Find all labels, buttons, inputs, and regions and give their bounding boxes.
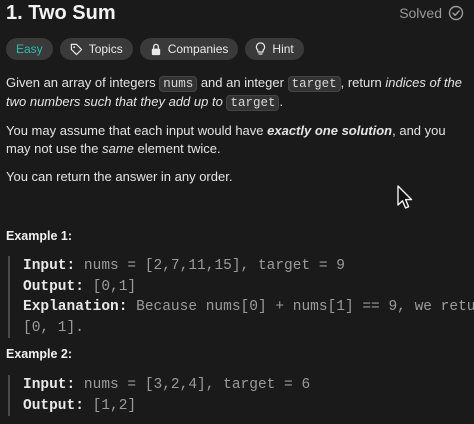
inline-code: target <box>226 95 280 111</box>
input-value: nums = [2,7,11,15], target = 9 <box>75 258 345 274</box>
explanation-value: Because nums[0] + nums[1] == 9, we retur… <box>127 299 474 315</box>
output-value: [1,2] <box>83 397 137 414</box>
explanation-label: Explanation: <box>23 299 128 315</box>
inline-code: nums <box>159 76 198 92</box>
example-input-line: Input: nums = [2,7,11,15], target = 9 <box>23 256 464 277</box>
companies-label: Companies <box>167 42 229 56</box>
solved-status: Solved <box>399 5 464 21</box>
difficulty-label: Easy <box>16 42 43 56</box>
topics-button[interactable]: Topics <box>59 38 133 60</box>
tag-icon <box>70 43 82 55</box>
input-value: nums = [3,2,4], target = 6 <box>75 377 311 393</box>
mouse-cursor-icon <box>397 185 413 209</box>
lightbulb-icon <box>256 42 266 55</box>
italic-text: same <box>102 141 134 156</box>
problem-title: 1. Two Sum <box>6 2 116 24</box>
example-output-line: Output: [0,1] <box>23 277 464 298</box>
description-paragraph-3: You can return the answer in any order. <box>6 169 233 184</box>
check-circle-icon <box>448 5 464 21</box>
text: and an integer <box>197 75 288 90</box>
description-paragraph-2: You may assume that each input would hav… <box>6 122 464 158</box>
example-2-block: Input: nums = [3,2,4], target = 6 Output… <box>8 375 464 416</box>
text: element twice. <box>133 141 221 156</box>
example-explanation-continued: [0, 1]. <box>23 319 84 336</box>
example-explanation-line: Explanation: Because nums[0] + nums[1] =… <box>23 297 474 318</box>
input-label: Input: <box>23 258 76 274</box>
companies-button[interactable]: Companies <box>139 38 239 60</box>
difficulty-badge[interactable]: Easy <box>6 38 53 60</box>
text: You may assume that each input would hav… <box>6 123 268 138</box>
output-label: Output: <box>23 397 84 414</box>
example-1-block: Input: nums = [2,7,11,15], target = 9 Ou… <box>8 256 474 338</box>
title-row: 1. Two Sum Solved <box>6 2 464 26</box>
inline-code: target <box>287 76 341 92</box>
example-1-heading: Example 1: <box>6 229 73 243</box>
output-label: Output: <box>23 278 84 295</box>
text: , return <box>340 75 386 90</box>
text: Given an array of integers <box>6 75 160 90</box>
text: . <box>279 94 284 109</box>
input-label: Input: <box>23 377 76 393</box>
output-value: [0,1] <box>83 278 137 295</box>
solved-status-label: Solved <box>399 5 442 21</box>
hint-button[interactable]: Hint <box>245 38 304 60</box>
hint-label: Hint <box>272 42 294 56</box>
lock-icon <box>151 43 160 55</box>
example-input-line: Input: nums = [3,2,4], target = 6 <box>23 375 464 396</box>
example-output-line: Output: [1,2] <box>23 396 464 417</box>
topics-label: Topics <box>88 42 123 56</box>
bold-italic-text: exactly one solution <box>267 123 393 138</box>
description-paragraph-1: Given an array of integers nums and an i… <box>6 74 464 112</box>
tag-bar: Easy Topics Companies Hint <box>6 38 304 60</box>
example-2-heading: Example 2: <box>6 347 73 361</box>
